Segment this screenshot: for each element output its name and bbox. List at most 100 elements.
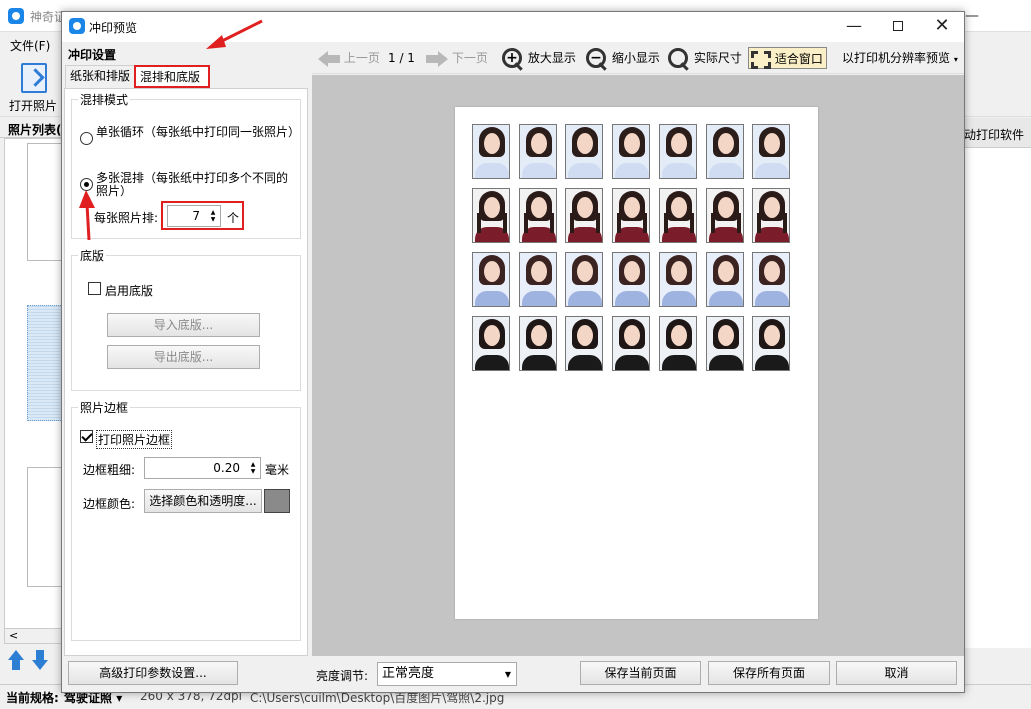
actual-size-button[interactable]: 实际尺寸 xyxy=(668,47,742,69)
zoom-out-label: 缩小显示 xyxy=(611,51,660,65)
preview-area xyxy=(312,75,964,656)
menu-file[interactable]: 文件(F) xyxy=(10,37,50,54)
photo-list-thumbnail[interactable] xyxy=(27,143,63,261)
save-all-pages-button[interactable]: 保存所有页面 xyxy=(708,661,830,685)
photo-body xyxy=(708,163,743,178)
photo-body xyxy=(475,163,509,178)
fit-window-label: 适合窗口 xyxy=(774,52,823,66)
photo-list-scrollbar[interactable]: < xyxy=(4,628,62,644)
photo-body xyxy=(615,163,650,178)
mix-mode-title: 混排模式 xyxy=(78,91,131,108)
photo-face xyxy=(530,197,547,218)
single-cycle-radio[interactable] xyxy=(80,132,93,145)
background-right-header-label: 动打印软件 xyxy=(964,128,1025,142)
photo-braid xyxy=(757,213,762,233)
actual-size-label: 实际尺寸 xyxy=(693,51,742,65)
photo-face xyxy=(530,261,547,282)
enable-base-label[interactable]: 启用底版 xyxy=(105,282,153,299)
photo-braid xyxy=(549,213,554,233)
photo-list-title: 照片列表( xyxy=(8,123,62,137)
id-photo-row-3-woman-blue-shirt xyxy=(565,252,604,307)
scroll-left-icon[interactable]: < xyxy=(9,629,18,642)
background-menubar: 文件(F) xyxy=(0,33,62,57)
base-plate-title: 底版 xyxy=(78,247,107,264)
photo-body xyxy=(475,291,509,306)
open-photo-button[interactable]: 打开照片 xyxy=(4,59,62,115)
annotation-arrow-radio xyxy=(79,190,95,241)
stepper-arrows-icon[interactable]: ▲ ▼ xyxy=(249,461,257,475)
photo-body xyxy=(755,163,790,178)
open-photo-label: 打开照片 xyxy=(8,99,57,113)
printer-resolution-dropdown[interactable]: 以打印机分辨率预览 ▾ xyxy=(842,47,958,69)
printer-resolution-label: 以打印机分辨率预览 xyxy=(842,51,951,65)
photo-braid xyxy=(523,213,528,233)
save-current-page-button[interactable]: 保存当前页面 xyxy=(580,661,701,685)
prev-page-button[interactable]: 上一页 xyxy=(318,47,380,69)
advanced-print-settings-button[interactable]: 高级打印参数设置... xyxy=(68,661,238,685)
photo-list-header: 照片列表( xyxy=(0,118,62,138)
photo-list-thumbnail[interactable] xyxy=(27,467,63,587)
photo-face xyxy=(484,261,500,282)
minimize-button[interactable]: — xyxy=(832,12,876,42)
id-photo-row-2-girl-braids-uniform xyxy=(518,188,557,243)
dialog-bottom-bar: 高级打印参数设置... 亮度调节: 正常亮度 ▼ 保存当前页面 保存所有页面 取… xyxy=(62,656,964,692)
photo-face xyxy=(717,197,734,218)
photo-list-thumbnail-selected[interactable] xyxy=(27,305,63,421)
zoom-in-icon: + xyxy=(502,47,524,70)
photo-braid xyxy=(689,213,694,233)
photo-body xyxy=(708,291,743,306)
border-color-swatch[interactable] xyxy=(264,489,290,513)
next-page-button[interactable]: 下一页 xyxy=(426,47,488,69)
actual-size-icon xyxy=(668,47,690,70)
id-photo-row-4-woman-black-top xyxy=(752,316,791,371)
border-width-stepper[interactable]: 0.20 ▲ ▼ xyxy=(144,457,261,479)
tab-paper-layout[interactable]: 纸张和排版 xyxy=(65,65,135,88)
id-photo-row-3-woman-blue-shirt xyxy=(612,252,651,307)
import-base-button[interactable]: 导入底版... xyxy=(107,313,260,337)
move-down-icon[interactable] xyxy=(31,650,48,672)
fit-window-button[interactable]: 适合窗口 xyxy=(748,47,827,69)
print-border-checkbox[interactable] xyxy=(80,430,93,443)
photo-list xyxy=(4,138,63,644)
arrow-right-icon xyxy=(426,50,448,67)
zoom-out-button[interactable]: − 缩小显示 xyxy=(586,47,660,69)
photo-face xyxy=(624,197,641,218)
id-photo-row-3-woman-blue-shirt xyxy=(705,252,744,307)
photo-face xyxy=(624,325,641,346)
annotation-arrow-tab xyxy=(206,19,263,49)
tab-mix-base-content: 混排模式 单张循环（每张纸中打印同一张照片） 多张混排（每张纸中打印多个不同的照… xyxy=(64,88,308,656)
photo-braid xyxy=(477,213,481,233)
print-border-label[interactable]: 打印照片边框 xyxy=(96,430,173,449)
close-button[interactable]: ✕ xyxy=(920,12,964,42)
photo-body xyxy=(521,355,556,370)
enable-base-checkbox[interactable] xyxy=(88,282,101,295)
preview-toolbar: 上一页 1 / 1 下一页 + 放大显示 − 缩小显示 实际尺寸 适合窗口 以打… xyxy=(312,42,964,74)
background-minimize-button[interactable]: — xyxy=(965,8,979,24)
choose-color-button[interactable]: 选择颜色和透明度... xyxy=(144,489,262,513)
single-cycle-label[interactable]: 单张循环（每张纸中打印同一张照片） xyxy=(96,126,300,139)
photo-body xyxy=(568,355,603,370)
id-photo-row-1-woman-short-hair xyxy=(752,124,791,179)
id-photo-row-4-woman-black-top xyxy=(565,316,604,371)
multi-mix-label[interactable]: 多张混排（每张纸中打印多个不同的照片） xyxy=(96,172,296,198)
photo-face xyxy=(670,197,687,218)
border-color-label: 边框颜色: xyxy=(83,497,136,511)
photo-braid xyxy=(643,213,648,233)
cancel-button[interactable]: 取消 xyxy=(836,661,957,685)
photo-body xyxy=(475,355,509,370)
chevron-down-icon: ▾ xyxy=(953,55,958,64)
photo-body xyxy=(615,355,650,370)
photo-body xyxy=(568,291,603,306)
photo-face xyxy=(484,325,500,346)
id-photo-row-2-girl-braids-uniform xyxy=(612,188,651,243)
export-base-button[interactable]: 导出底版... xyxy=(107,345,260,369)
zoom-in-button[interactable]: + 放大显示 xyxy=(502,47,576,69)
maximize-button[interactable] xyxy=(876,12,920,42)
mix-mode-group: 混排模式 单张循环（每张纸中打印同一张照片） 多张混排（每张纸中打印多个不同的照… xyxy=(71,91,301,239)
tab-mix-base[interactable]: 混排和底版 xyxy=(134,65,210,88)
move-up-icon[interactable] xyxy=(8,650,24,672)
chevron-down-icon: ▼ xyxy=(504,670,511,679)
photo-body xyxy=(615,291,650,306)
print-preview-dialog: 冲印预览 — ✕ 冲印设置 纸张和排版 混排和底版 混排模式 单张循环（每张纸中… xyxy=(61,11,965,693)
brightness-select[interactable]: 正常亮度 ▼ xyxy=(377,662,517,686)
